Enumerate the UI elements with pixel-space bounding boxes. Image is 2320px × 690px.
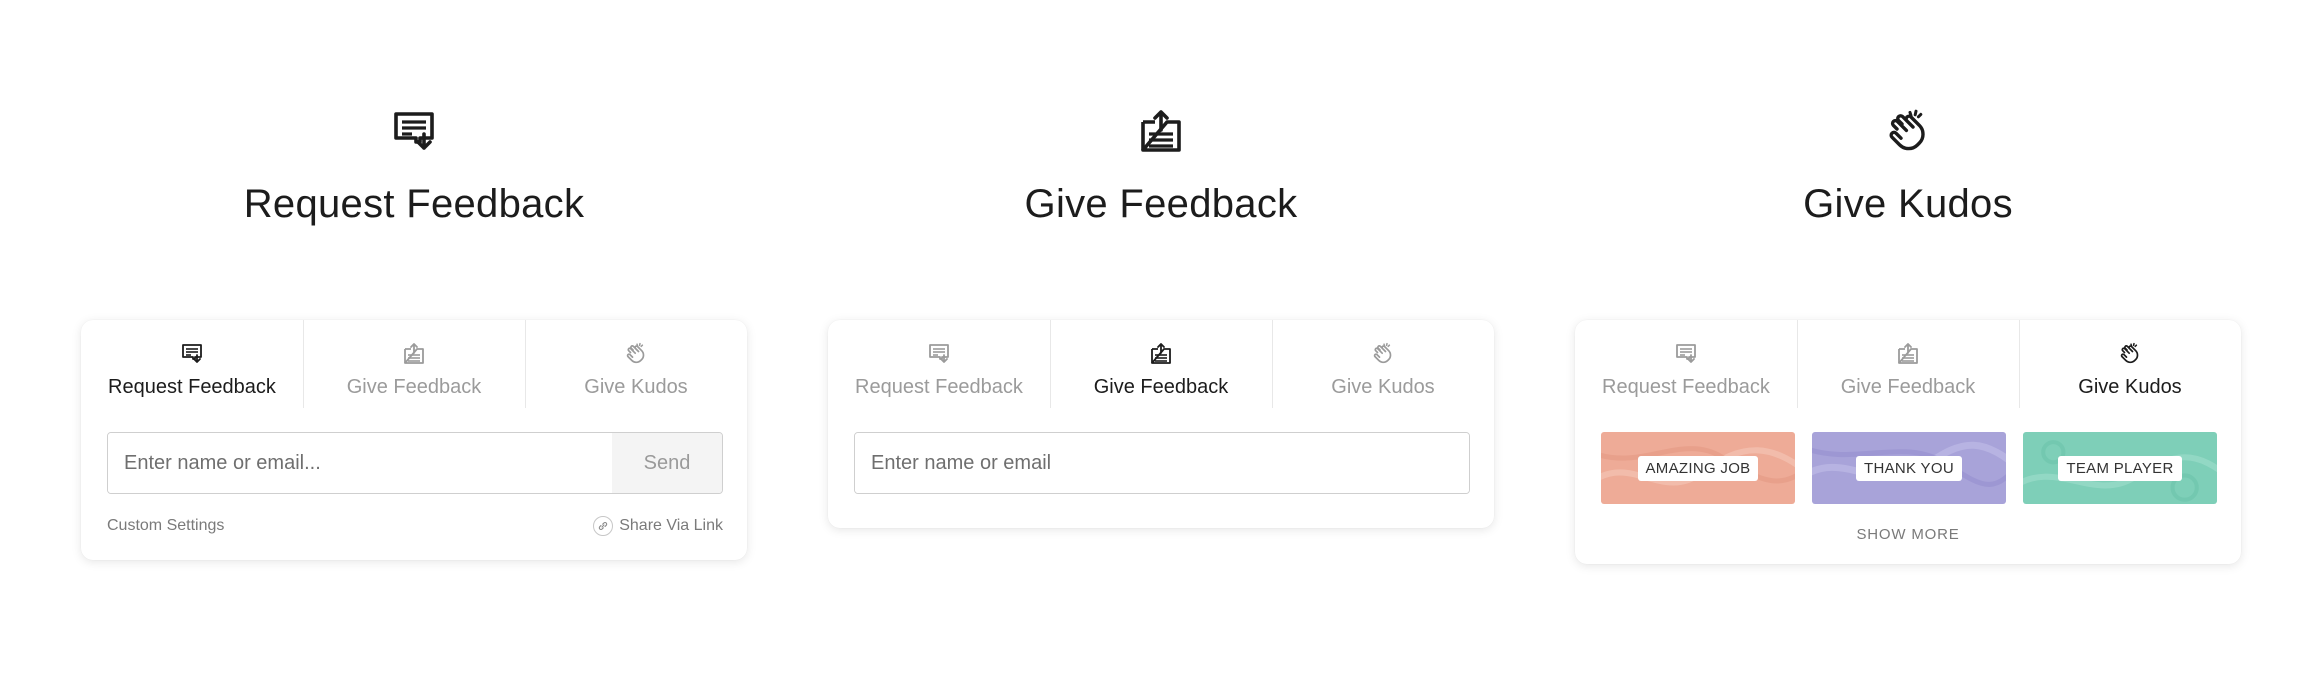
- show-more-link[interactable]: SHOW MORE: [1575, 526, 2241, 543]
- request-feedback-card: Request Feedback Give Feedback Give Kudo…: [81, 320, 747, 560]
- tab-label: Request Feedback: [1602, 376, 1770, 398]
- request-input-row: Send: [107, 432, 723, 494]
- share-link-label: Share Via Link: [619, 517, 723, 534]
- request-feedback-icon: [1674, 342, 1698, 366]
- tab-label: Give Feedback: [346, 376, 482, 398]
- kudo-card-team-player[interactable]: TEAM PLAYER: [2023, 432, 2217, 504]
- kudo-label: THANK YOU: [1856, 455, 1962, 481]
- tab-label: Give Feedback: [1093, 376, 1229, 398]
- request-feedback-section: Request Feedback Request Feedback Give F…: [81, 0, 747, 690]
- request-feedback-icon: [927, 342, 951, 366]
- kudo-label: TEAM PLAYER: [2058, 455, 2182, 481]
- tab-request-feedback[interactable]: Request Feedback: [1575, 320, 1797, 412]
- tab-label: Give Kudos: [2078, 376, 2182, 398]
- kudo-card-thank-you[interactable]: THANK YOU: [1812, 432, 2006, 504]
- custom-settings-link[interactable]: Custom Settings: [107, 517, 224, 535]
- section-title: Give Feedback: [1024, 182, 1298, 226]
- section-title: Give Kudos: [1803, 182, 2013, 226]
- give-input-row: [854, 432, 1470, 494]
- tab-label: Give Kudos: [584, 376, 688, 398]
- send-button[interactable]: Send: [612, 433, 722, 493]
- give-feedback-icon: [1149, 342, 1173, 366]
- request-feedback-icon: [180, 342, 204, 366]
- tab-give-kudos[interactable]: Give Kudos: [1272, 320, 1494, 412]
- tab-label: Give Kudos: [1331, 376, 1435, 398]
- tab-give-feedback[interactable]: Give Feedback: [1797, 320, 2019, 412]
- give-feedback-icon: [402, 342, 426, 366]
- tab-bar: Request Feedback Give Feedback Give Kudo…: [81, 320, 747, 412]
- tab-give-kudos[interactable]: Give Kudos: [525, 320, 747, 412]
- tab-bar: Request Feedback Give Feedback Give Kudo…: [828, 320, 1494, 412]
- link-icon: [593, 516, 614, 536]
- request-feedback-icon: [390, 108, 438, 156]
- name-or-email-input[interactable]: [855, 433, 1469, 493]
- card-footer: Custom Settings Share Via Link: [107, 516, 723, 536]
- tab-request-feedback[interactable]: Request Feedback: [828, 320, 1050, 412]
- clapping-hands-icon: [2118, 342, 2142, 366]
- give-feedback-section: Give Feedback Request Feedback Give Feed…: [828, 0, 1494, 690]
- tab-label: Request Feedback: [855, 376, 1023, 398]
- clapping-hands-icon: [1884, 108, 1932, 156]
- tab-give-feedback[interactable]: Give Feedback: [1050, 320, 1272, 412]
- kudo-label: AMAZING JOB: [1637, 455, 1759, 481]
- clapping-hands-icon: [624, 342, 648, 366]
- give-feedback-icon: [1896, 342, 1920, 366]
- give-feedback-card: Request Feedback Give Feedback Give Kudo…: [828, 320, 1494, 528]
- tab-label: Give Feedback: [1840, 376, 1976, 398]
- name-or-email-input[interactable]: [108, 433, 612, 493]
- tab-give-feedback[interactable]: Give Feedback: [303, 320, 525, 412]
- tab-give-kudos[interactable]: Give Kudos: [2019, 320, 2241, 412]
- kudos-cards: AMAZING JOB THANK YOU TEAM PLAYER: [1601, 432, 2217, 504]
- give-kudos-section: Give Kudos Request Feedback Give Feedbac…: [1575, 0, 2241, 690]
- section-title: Request Feedback: [243, 182, 585, 226]
- tab-bar: Request Feedback Give Feedback Give Kudo…: [1575, 320, 2241, 412]
- tab-request-feedback[interactable]: Request Feedback: [81, 320, 303, 412]
- tab-label: Request Feedback: [108, 376, 276, 398]
- give-feedback-icon: [1137, 108, 1185, 156]
- give-kudos-card: Request Feedback Give Feedback Give Kudo…: [1575, 320, 2241, 564]
- kudo-card-amazing-job[interactable]: AMAZING JOB: [1601, 432, 1795, 504]
- clapping-hands-icon: [1371, 342, 1395, 366]
- share-via-link[interactable]: Share Via Link: [593, 516, 723, 536]
